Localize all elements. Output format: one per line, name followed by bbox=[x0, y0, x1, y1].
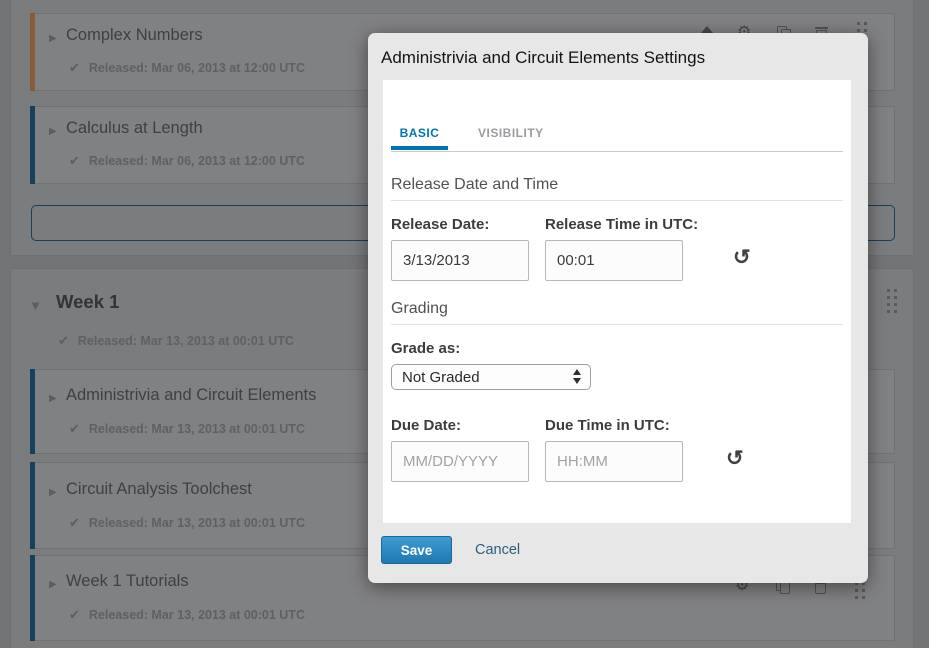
due-date-input[interactable] bbox=[391, 441, 529, 482]
released-status: ✔Released: Mar 13, 2013 at 00:01 UTC bbox=[69, 606, 305, 624]
expand-toggle-icon[interactable]: ▶ bbox=[49, 126, 57, 137]
release-section-heading: Release Date and Time bbox=[391, 176, 558, 194]
cancel-link[interactable]: Cancel bbox=[475, 542, 520, 558]
release-date-label: Release Date: bbox=[391, 216, 489, 233]
tab-visibility[interactable]: VISIBILITY bbox=[478, 126, 544, 140]
active-tab-underline bbox=[391, 146, 448, 150]
status-accent-bar bbox=[30, 555, 35, 641]
collapse-toggle-icon[interactable]: ▼ bbox=[29, 298, 42, 313]
expand-toggle-icon[interactable]: ▶ bbox=[49, 487, 57, 498]
week1-title: Week 1 bbox=[56, 291, 119, 313]
subsection-title: Circuit Analysis Toolchest bbox=[66, 480, 252, 499]
due-date-label: Due Date: bbox=[391, 417, 461, 434]
expand-toggle-icon[interactable]: ▶ bbox=[49, 33, 57, 44]
grade-as-label: Grade as: bbox=[391, 340, 460, 357]
grading-section-heading: Grading bbox=[391, 300, 448, 318]
check-icon: ✔ bbox=[69, 421, 80, 436]
check-icon: ✔ bbox=[58, 333, 69, 348]
status-accent-bar bbox=[30, 462, 35, 549]
released-status: ✔Released: Mar 13, 2013 at 00:01 UTC bbox=[58, 332, 294, 350]
released-status: ✔Released: Mar 13, 2013 at 00:01 UTC bbox=[69, 514, 305, 532]
settings-modal: Administrivia and Circuit Elements Setti… bbox=[368, 33, 868, 583]
check-icon: ✔ bbox=[69, 607, 80, 622]
check-icon: ✔ bbox=[69, 60, 80, 75]
modal-body-panel: BASIC VISIBILITY Release Date and Time R… bbox=[383, 80, 851, 523]
due-time-label: Due Time in UTC: bbox=[545, 417, 670, 434]
section-divider bbox=[391, 324, 843, 325]
tab-basic[interactable]: BASIC bbox=[391, 126, 448, 140]
released-status: ✔Released: Mar 06, 2013 at 12:00 UTC bbox=[69, 59, 305, 77]
check-icon: ✔ bbox=[69, 515, 80, 530]
modal-title: Administrivia and Circuit Elements Setti… bbox=[381, 33, 705, 80]
check-icon: ✔ bbox=[69, 153, 80, 168]
save-button[interactable]: Save bbox=[381, 536, 452, 564]
status-accent-bar bbox=[30, 106, 35, 184]
subsection-title: Administrivia and Circuit Elements bbox=[66, 386, 316, 405]
tabs-divider bbox=[391, 151, 843, 152]
section-drag-handle-icon[interactable] bbox=[887, 289, 897, 313]
status-accent-bar bbox=[30, 369, 35, 454]
expand-toggle-icon[interactable]: ▶ bbox=[49, 579, 57, 590]
subsection-title: Week 1 Tutorials bbox=[66, 572, 189, 591]
section-divider bbox=[391, 200, 843, 201]
due-time-input[interactable] bbox=[545, 441, 683, 482]
drag-handle-icon[interactable] bbox=[855, 582, 865, 599]
expand-toggle-icon[interactable]: ▶ bbox=[49, 393, 57, 404]
reset-release-icon[interactable]: ↺ bbox=[733, 248, 751, 268]
reset-due-icon[interactable]: ↺ bbox=[726, 449, 744, 469]
section-title: Complex Numbers bbox=[66, 26, 203, 45]
release-time-label: Release Time in UTC: bbox=[545, 216, 698, 233]
release-date-input[interactable] bbox=[391, 240, 529, 281]
grade-as-select[interactable]: Not Graded bbox=[391, 364, 591, 390]
status-accent-bar bbox=[30, 13, 35, 91]
section-title: Calculus at Length bbox=[66, 119, 203, 138]
released-status: ✔Released: Mar 13, 2013 at 00:01 UTC bbox=[69, 420, 305, 438]
release-time-input[interactable] bbox=[545, 240, 683, 281]
select-spinner-icon bbox=[573, 369, 581, 384]
released-status: ✔Released: Mar 06, 2013 at 12:00 UTC bbox=[69, 152, 305, 170]
